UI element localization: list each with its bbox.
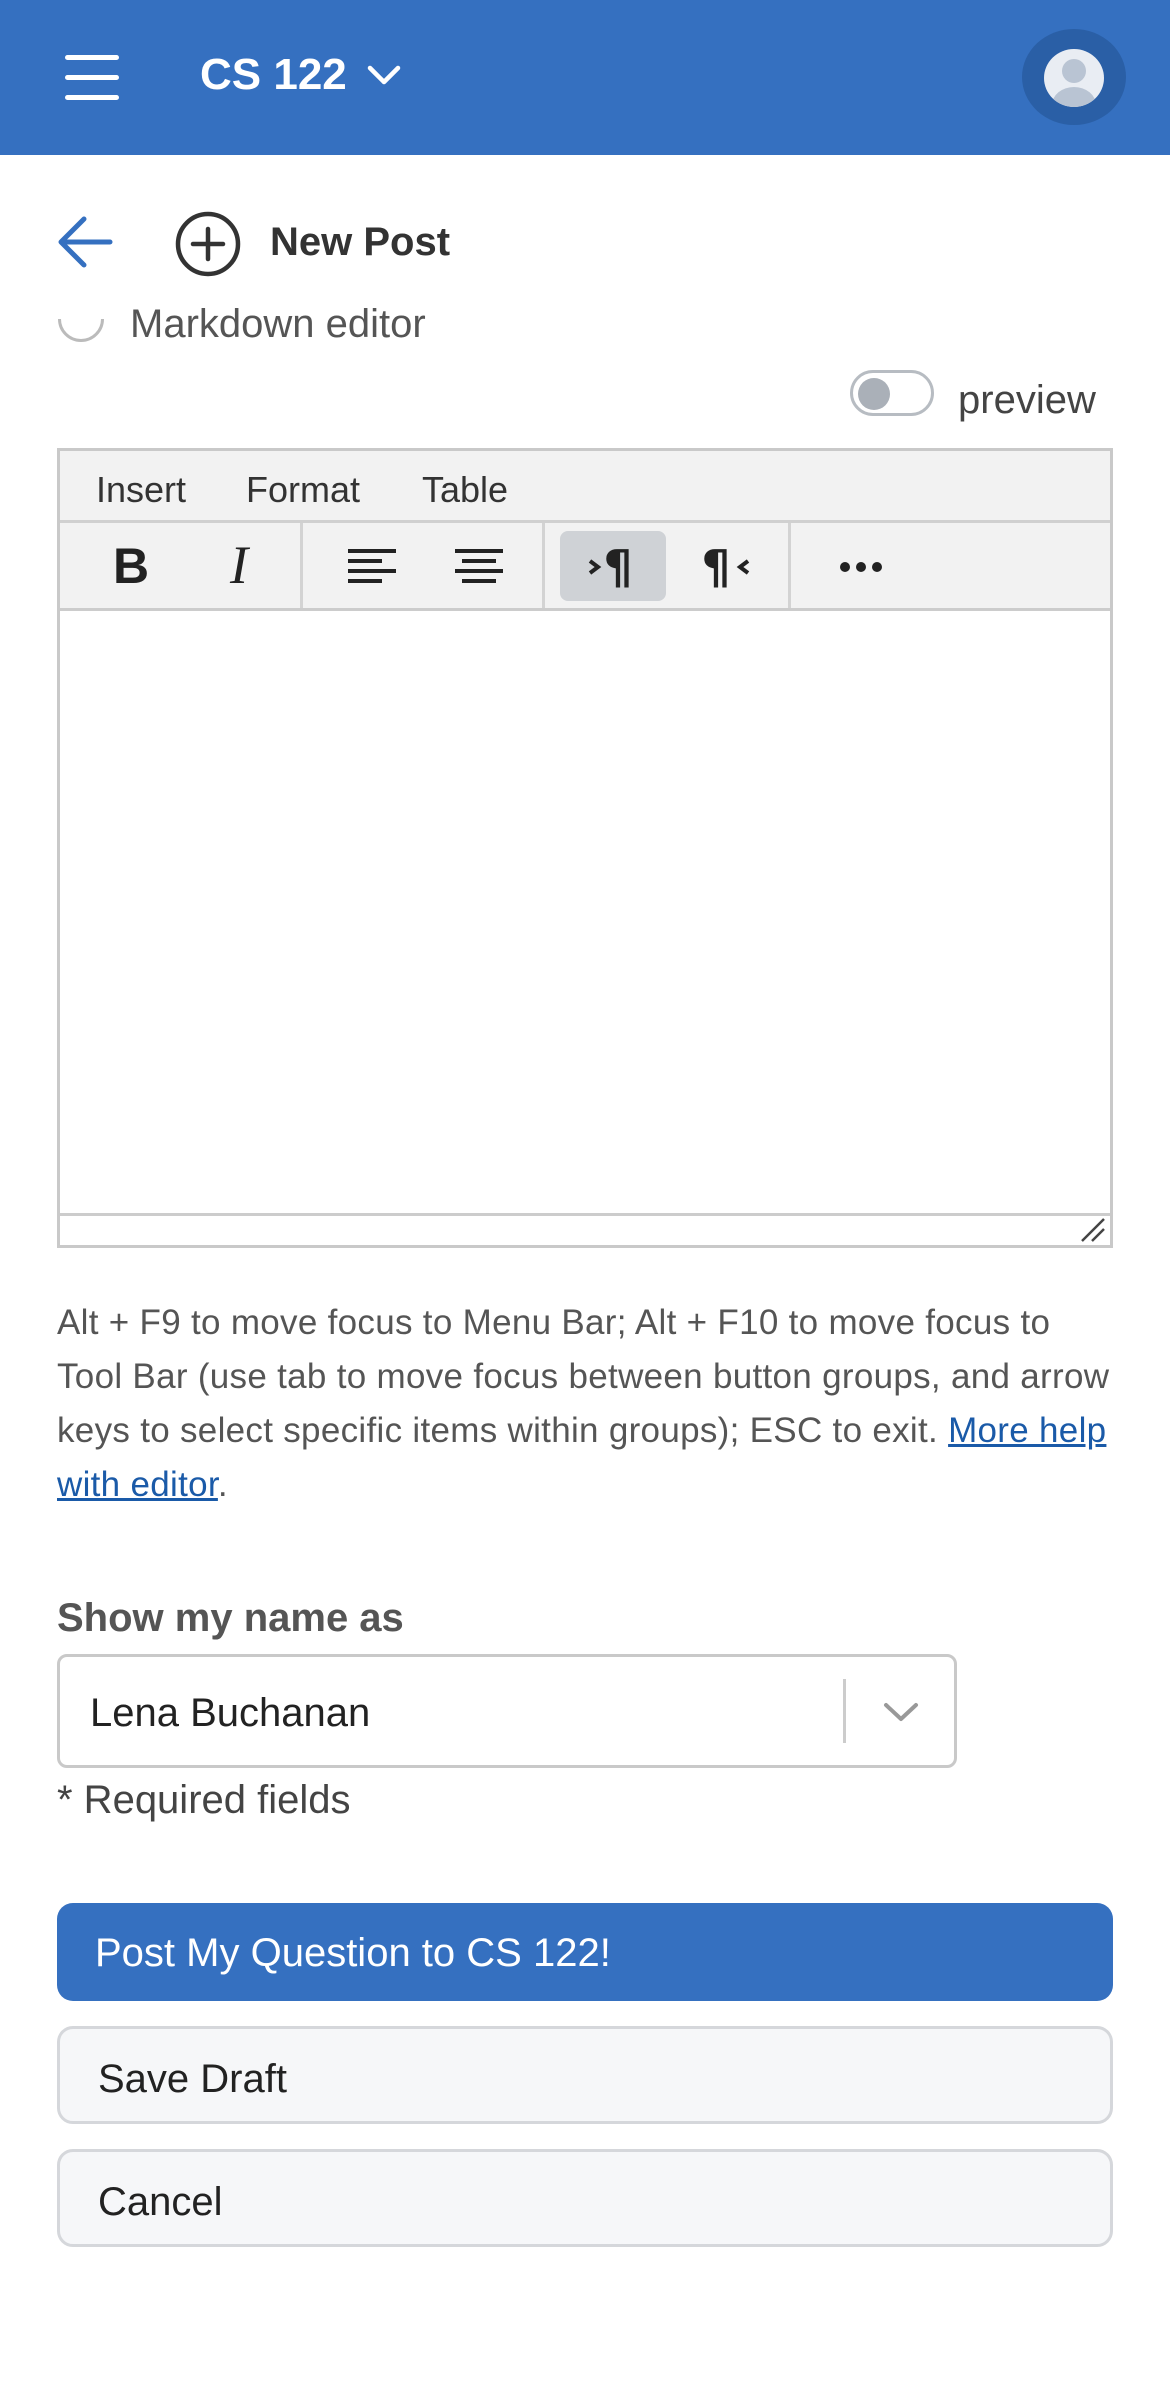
menu-table[interactable]: Table: [422, 469, 508, 511]
chevron-down-icon[interactable]: [878, 1697, 924, 1727]
course-title[interactable]: CS 122: [200, 50, 347, 100]
italic-icon: I: [229, 535, 251, 595]
chevron-down-icon[interactable]: [366, 62, 402, 88]
show-name-label: Show my name as: [57, 1596, 404, 1640]
toolbar-separator: [788, 523, 791, 608]
select-separator: [843, 1679, 846, 1743]
svg-text:¶: ¶: [603, 540, 632, 594]
top-app-bar: CS 122: [0, 0, 1170, 155]
show-name-select[interactable]: Lena Buchanan: [57, 1654, 957, 1768]
bold-button[interactable]: B: [78, 531, 184, 601]
align-left-icon: [348, 549, 396, 583]
align-left-button[interactable]: [318, 531, 424, 601]
toggle-knob: [858, 378, 890, 410]
toolbar-separator: [542, 523, 545, 608]
rich-text-editor: Insert Format Table B I ¶ ¶: [57, 448, 1113, 1248]
save-draft-button[interactable]: Save Draft: [57, 2026, 1113, 2124]
avatar[interactable]: [1022, 29, 1126, 125]
hamburger-menu-icon[interactable]: [62, 55, 122, 100]
resize-handle-icon[interactable]: [1078, 1217, 1106, 1243]
page-title: New Post: [270, 220, 451, 264]
menu-insert[interactable]: Insert: [96, 469, 186, 511]
italic-button[interactable]: I: [186, 531, 292, 601]
svg-text:B: B: [113, 538, 149, 594]
menu-format[interactable]: Format: [246, 469, 360, 511]
editor-menu-bar: Insert Format Table: [60, 451, 1110, 523]
bold-icon: B: [113, 538, 149, 594]
cancel-button[interactable]: Cancel: [57, 2149, 1113, 2247]
preview-label: preview: [958, 378, 1096, 422]
svg-text:¶: ¶: [701, 540, 730, 594]
markdown-editor-option[interactable]: Markdown editor: [60, 304, 426, 340]
user-icon: [1044, 49, 1104, 107]
align-center-icon: [455, 549, 503, 583]
rtl-paragraph-icon: ¶: [701, 540, 750, 594]
ltr-paragraph-button[interactable]: ¶: [560, 531, 666, 601]
back-arrow-icon[interactable]: [56, 215, 116, 269]
required-fields-note: * Required fields: [57, 1778, 351, 1822]
editor-help-text: Alt + F9 to move focus to Menu Bar; Alt …: [57, 1303, 1110, 1504]
plus-circle-icon: [175, 211, 241, 277]
align-center-button[interactable]: [426, 531, 532, 601]
svg-text:I: I: [229, 535, 251, 595]
preview-toggle[interactable]: [850, 370, 934, 416]
selected-name: Lena Buchanan: [90, 1691, 371, 1735]
editor-content-area[interactable]: [60, 611, 1110, 1213]
toolbar-separator: [300, 523, 303, 608]
ltr-paragraph-icon: ¶: [588, 540, 633, 594]
post-question-button[interactable]: Post My Question to CS 122!: [57, 1903, 1113, 2001]
more-button[interactable]: [808, 531, 914, 601]
editor-toolbar: B I ¶ ¶: [60, 523, 1110, 611]
rtl-paragraph-button[interactable]: ¶: [668, 531, 774, 601]
editor-status-bar: [60, 1213, 1110, 1245]
more-icon: [840, 562, 882, 572]
